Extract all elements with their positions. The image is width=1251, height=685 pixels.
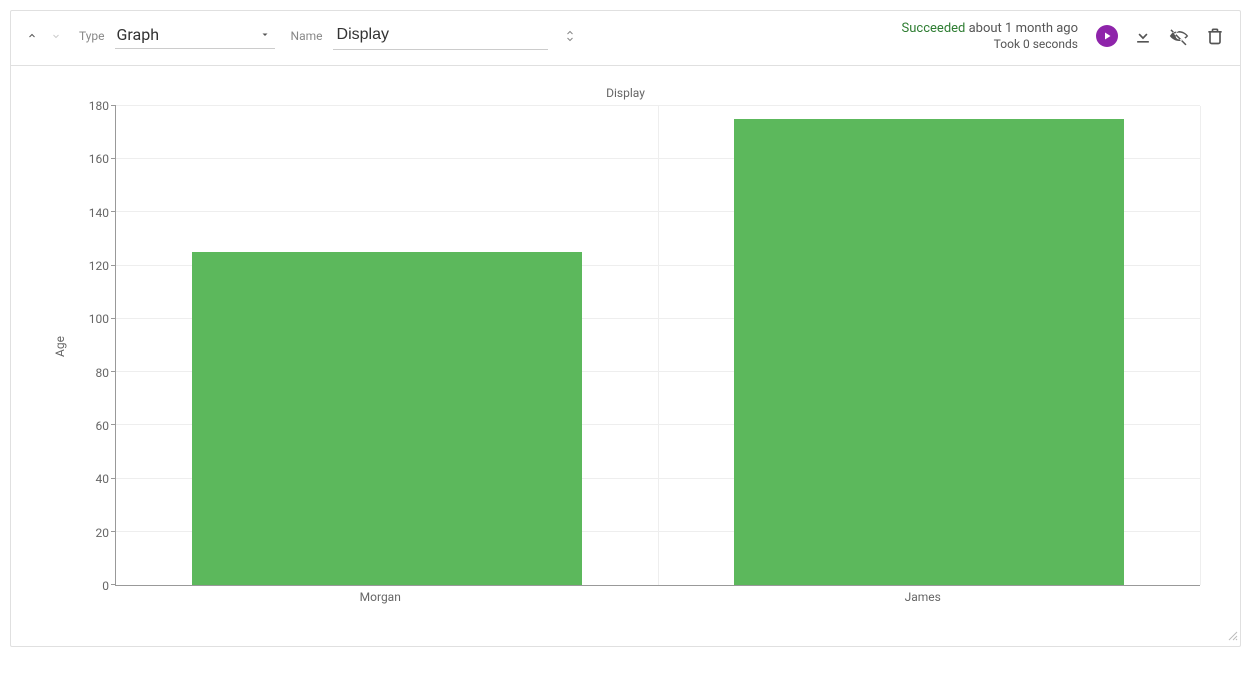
cell-toolbar: Type Graph Name Succeeded about 1 month <box>11 11 1240 66</box>
y-tick-label: 80 <box>69 366 109 380</box>
y-tick-label: 20 <box>69 526 109 540</box>
y-axis-label: Age <box>51 336 69 357</box>
status-when: about 1 month ago <box>969 21 1078 36</box>
y-tick-label: 140 <box>69 206 109 220</box>
collapse-up-icon[interactable] <box>25 29 39 43</box>
y-tick-label: 60 <box>69 419 109 433</box>
y-tick-label: 0 <box>69 579 109 593</box>
status-block: Succeeded about 1 month ago Took 0 secon… <box>902 21 1078 51</box>
type-select[interactable]: Graph <box>115 23 275 49</box>
chart-bar <box>192 252 582 585</box>
status-took: Took 0 seconds <box>902 37 1078 51</box>
toolbar-right: Succeeded about 1 month ago Took 0 secon… <box>902 21 1226 51</box>
chart-area: Display Age 0 20 40 60 80 100 120 140 160 180 Mor… <box>11 66 1240 646</box>
run-button[interactable] <box>1096 25 1118 47</box>
collapse-down-icon <box>49 29 63 43</box>
name-input[interactable] <box>335 25 546 45</box>
download-icon[interactable] <box>1132 25 1154 47</box>
x-tick-label: James <box>905 590 941 604</box>
x-tick-label: Morgan <box>360 590 401 604</box>
name-field-label: Name <box>291 29 323 43</box>
chevron-down-icon <box>259 26 271 45</box>
type-select-value: Graph <box>117 25 160 44</box>
chart-title: Display <box>51 86 1200 100</box>
hide-icon[interactable] <box>1168 25 1190 47</box>
toolbar-left: Type Graph Name <box>25 22 892 50</box>
cell-panel: Type Graph Name Succeeded about 1 month <box>10 10 1241 647</box>
chart-bar <box>734 119 1124 585</box>
y-tick-label: 120 <box>69 259 109 273</box>
y-tick-label: 100 <box>69 312 109 326</box>
type-field-label: Type <box>79 29 105 43</box>
reorder-handle[interactable] <box>564 28 576 44</box>
plot-region <box>115 106 1200 586</box>
resize-handle[interactable] <box>1226 629 1238 644</box>
y-tick-label: 40 <box>69 472 109 486</box>
status-state: Succeeded <box>902 21 966 36</box>
x-axis: Morgan James <box>109 586 1194 606</box>
y-tick-label: 160 <box>69 152 109 166</box>
y-axis: 020406080100120140160180 <box>69 106 115 586</box>
plot-wrap: Age 020406080100120140160180 <box>51 106 1200 586</box>
name-input-wrap[interactable] <box>333 22 548 50</box>
delete-icon[interactable] <box>1204 25 1226 47</box>
y-tick-label: 180 <box>69 99 109 113</box>
